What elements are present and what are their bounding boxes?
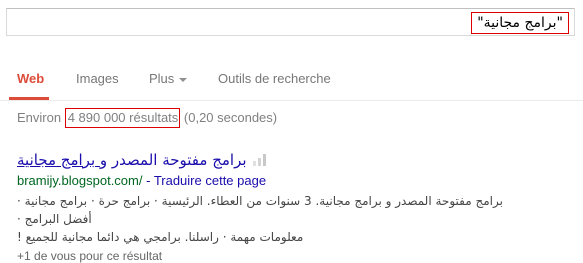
stats-time: (0,20 secondes): [180, 110, 278, 125]
result-title-link[interactable]: برامج مفتوحة المصدر و برامج مجانية: [17, 151, 247, 169]
stats-prefix: Environ: [17, 110, 65, 125]
translate-separator: -: [142, 173, 154, 188]
snippet-line-2: معلومات مهمة · راسلنا. برامجي هي دائما م…: [17, 230, 304, 244]
signal-bars-icon: [253, 154, 266, 166]
snippet-line-1: برامج مفتوحة المصدر و برامج مجانية. 3 سن…: [17, 194, 503, 226]
tab-web[interactable]: Web: [17, 71, 44, 86]
search-tabs: Web Images Plus Outils de recherche: [0, 56, 583, 100]
result-title-part1: برامج مفتوحة المصدر و: [99, 151, 247, 169]
tab-plus[interactable]: Plus: [149, 71, 188, 86]
chevron-down-icon: [179, 77, 188, 82]
result-stats: Environ 4 890 000 résultats (0,20 second…: [17, 108, 278, 128]
result-snippet: برامج مفتوحة المصدر و برامج مجانية. 3 سن…: [17, 192, 527, 246]
tab-search-tools[interactable]: Outils de recherche: [218, 71, 331, 86]
search-input[interactable]: "برامج مجانية": [6, 8, 575, 36]
tab-images[interactable]: Images: [76, 71, 119, 86]
translate-page-link[interactable]: Traduire cette page: [154, 173, 266, 188]
tabs-divider: [0, 100, 583, 101]
plus-one-note: +1 de vous pour ce résultat: [17, 249, 163, 263]
result-url-line: bramijy.blogspot.com/ - Traduire cette p…: [17, 173, 577, 188]
result-url: bramijy.blogspot.com/: [17, 173, 143, 188]
tab-plus-label: Plus: [149, 71, 175, 86]
result-title-part2: برامج مجانية: [17, 151, 100, 169]
result-count: 4 890 000 résultats: [64, 108, 181, 128]
search-result: برامج مفتوحة المصدر و برامج مجانية brami…: [17, 151, 577, 263]
search-query-text[interactable]: "برامج مجانية": [471, 12, 569, 34]
